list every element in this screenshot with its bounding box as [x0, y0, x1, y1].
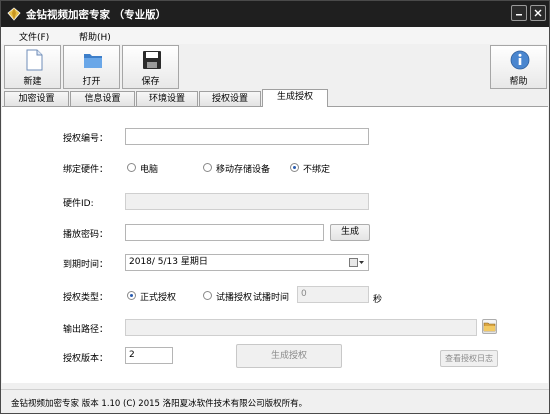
minimize-icon: [516, 14, 522, 16]
play-password-label: 播放密码：: [63, 230, 109, 240]
play-password-input[interactable]: [125, 224, 324, 241]
bind-hardware-label: 绑定硬件：: [63, 165, 109, 175]
expiry-label: 到期时间：: [63, 260, 109, 270]
new-button[interactable]: 新建: [4, 45, 61, 89]
tab-info-settings[interactable]: 信息设置: [70, 91, 135, 106]
open-button[interactable]: 打开: [63, 45, 120, 89]
help-button[interactable]: 帮助: [490, 45, 547, 89]
window-title: 金钻视频加密专家 （专业版）: [26, 9, 167, 21]
generate-auth-panel: 授权编号： 绑定硬件： 电脑 移动存储设备 不绑定 硬件ID: 播放密码： 生成…: [2, 106, 548, 383]
auth-version-input[interactable]: 2: [125, 347, 173, 364]
radio-formal-auth-label: 正式授权: [140, 293, 177, 303]
radio-formal-auth[interactable]: [127, 291, 136, 300]
status-text: 金钻视频加密专家 版本 1.10 (C) 2015 洛阳夏冰软件技术有限公司版权…: [11, 399, 308, 409]
output-path-input[interactable]: [125, 319, 477, 336]
trial-time-unit: 秒: [373, 295, 383, 305]
browse-path-button[interactable]: [482, 319, 497, 334]
status-bar: 金钻视频加密专家 版本 1.10 (C) 2015 洛阳夏冰软件技术有限公司版权…: [1, 389, 549, 413]
open-button-label: 打开: [82, 77, 101, 87]
save-disk-icon: [143, 51, 161, 69]
auth-type-label: 授权类型：: [63, 293, 109, 303]
auth-version-label: 授权版本：: [63, 354, 109, 364]
tab-strip: 加密设置 信息设置 环境设置 授权设置 生成授权: [1, 89, 549, 107]
help-button-label: 帮助: [509, 77, 528, 87]
output-path-label: 输出路径：: [63, 325, 109, 335]
title-bar[interactable]: 金钻视频加密专家 （专业版）: [1, 1, 549, 27]
menu-bar: 文件(F) 帮助(H): [1, 27, 549, 44]
radio-removable-storage-label: 移动存储设备: [216, 165, 271, 175]
open-folder-icon: [84, 54, 102, 68]
save-button-label: 保存: [141, 77, 160, 87]
close-button[interactable]: [530, 5, 546, 21]
tab-auth-settings[interactable]: 授权设置: [199, 91, 261, 106]
radio-no-binding-label: 不绑定: [303, 165, 331, 175]
radio-trial-auth-label: 试播授权: [216, 293, 253, 303]
expiry-date-value: 2018/ 5/13 星期日: [129, 257, 208, 267]
trial-time-label: 试播时间: [253, 293, 290, 303]
app-logo-icon: [7, 7, 21, 21]
auth-number-input[interactable]: [125, 128, 369, 145]
info-icon: [510, 50, 530, 70]
auth-number-label: 授权编号：: [63, 134, 109, 144]
radio-removable-storage[interactable]: [203, 163, 212, 172]
tab-environment-settings[interactable]: 环境设置: [136, 91, 198, 106]
close-icon: [534, 9, 542, 17]
calendar-dropdown-icon: [349, 258, 364, 267]
radio-trial-auth[interactable]: [203, 291, 212, 300]
minimize-button[interactable]: [511, 5, 527, 21]
generate-auth-button[interactable]: 生成授权: [236, 344, 342, 368]
radio-computer[interactable]: [127, 163, 136, 172]
hardware-id-label: 硬件ID:: [63, 199, 94, 209]
menu-file[interactable]: 文件(F): [19, 30, 49, 43]
new-file-icon: [26, 49, 43, 71]
save-button[interactable]: 保存: [122, 45, 179, 89]
tab-generate-auth[interactable]: 生成授权: [262, 89, 328, 107]
expiry-date-picker[interactable]: 2018/ 5/13 星期日: [125, 254, 369, 271]
radio-computer-label: 电脑: [140, 165, 159, 175]
folder-icon: [483, 322, 496, 332]
new-button-label: 新建: [23, 77, 42, 87]
menu-help[interactable]: 帮助(H): [79, 30, 111, 43]
app-window: 金钻视频加密专家 （专业版） 文件(F) 帮助(H) 新建 打开 保存 帮助 加…: [0, 0, 550, 414]
toolbar: 新建 打开 保存 帮助: [1, 44, 549, 90]
view-auth-log-button[interactable]: 查看授权日志: [440, 350, 498, 367]
radio-no-binding[interactable]: [290, 163, 299, 172]
hardware-id-input[interactable]: [125, 193, 369, 210]
trial-time-input[interactable]: 0: [297, 286, 369, 303]
generate-password-button[interactable]: 生成: [330, 224, 370, 241]
tab-encrypt-settings[interactable]: 加密设置: [4, 91, 69, 106]
